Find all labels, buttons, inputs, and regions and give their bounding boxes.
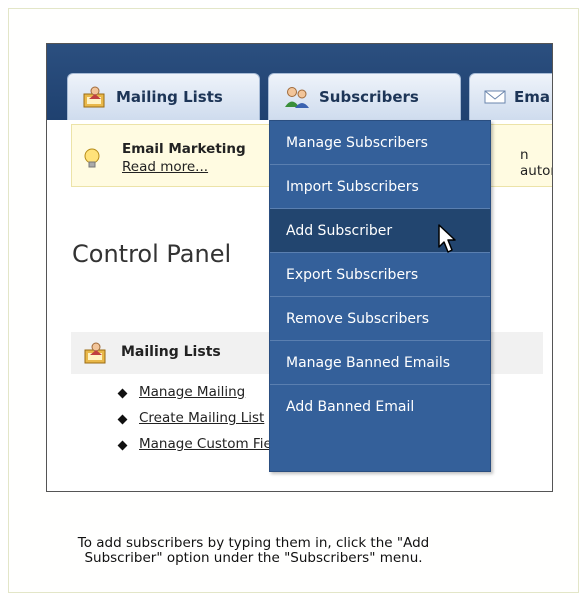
mailing-list-icon — [82, 85, 108, 109]
menu-item-import-subscribers[interactable]: Import Subscribers — [270, 165, 490, 209]
tab-email-label: Ema — [514, 88, 550, 106]
page-title: Control Panel — [72, 240, 232, 268]
envelope-icon — [484, 89, 506, 105]
link-manage-mailing[interactable]: Manage Mailing — [139, 384, 245, 400]
read-more-link[interactable]: Read more... — [122, 159, 208, 175]
link-create-mailing-list[interactable]: Create Mailing List — [139, 410, 264, 426]
notice-trailing-text: n autores — [520, 147, 552, 179]
mouse-pointer-icon — [437, 223, 459, 259]
mailing-list-icon — [83, 341, 109, 369]
caption-line-1: To add subscribers by typing them in, cl… — [77, 535, 430, 551]
subscribers-icon — [283, 85, 311, 109]
top-nav-bar: Mailing Lists Subscribers Ema — [47, 44, 552, 120]
lightbulb-icon — [82, 148, 102, 174]
list-item[interactable]: Manage Mailing — [119, 384, 291, 410]
tab-subscribers-label: Subscribers — [319, 88, 419, 106]
menu-item-remove-subscribers[interactable]: Remove Subscribers — [270, 297, 490, 341]
list-item[interactable]: Create Mailing List — [119, 410, 291, 436]
list-item[interactable]: Manage Custom Fields — [119, 436, 291, 462]
notice-title: Email Marketing — [122, 141, 246, 157]
section-title: Mailing Lists — [121, 344, 221, 360]
tab-mailing-lists[interactable]: Mailing Lists — [67, 73, 260, 120]
app-screenshot: Mailing Lists Subscribers Ema Email Mark… — [46, 43, 553, 492]
menu-item-export-subscribers[interactable]: Export Subscribers — [270, 253, 490, 297]
menu-item-manage-banned-emails[interactable]: Manage Banned Emails — [270, 341, 490, 385]
mailing-lists-links: Manage Mailing Create Mailing List Manag… — [119, 384, 291, 462]
tab-mailing-lists-label: Mailing Lists — [116, 88, 223, 106]
menu-item-add-banned-email[interactable]: Add Banned Email — [270, 385, 490, 429]
caption-line-2: Subscriber" option under the "Subscriber… — [84, 550, 423, 566]
instruction-caption: To add subscribers by typing them in, cl… — [0, 536, 587, 566]
menu-item-manage-subscribers[interactable]: Manage Subscribers — [270, 121, 490, 165]
tab-subscribers[interactable]: Subscribers — [268, 73, 461, 120]
tab-email[interactable]: Ema — [469, 73, 552, 120]
subscribers-dropdown-menu: Manage Subscribers Import Subscribers Ad… — [269, 120, 491, 472]
